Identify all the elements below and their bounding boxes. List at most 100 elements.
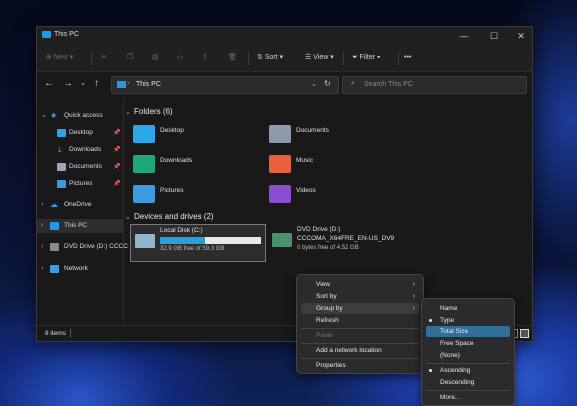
folders-heading[interactable]: Folders (6) bbox=[134, 107, 173, 116]
submenu-item-ascending[interactable]: Ascending bbox=[426, 365, 510, 376]
submenu-item-label: Total Size bbox=[440, 328, 469, 335]
menu-item-sort-by[interactable]: Sort by › bbox=[301, 291, 419, 302]
tiles-view-icon[interactable] bbox=[520, 329, 529, 338]
submenu-item-label: More... bbox=[440, 394, 461, 401]
pin-icon: 📌 bbox=[113, 164, 121, 170]
submenu-item-descending[interactable]: Descending bbox=[426, 377, 510, 388]
documents-folder-icon bbox=[269, 125, 291, 143]
pictures-icon bbox=[57, 180, 66, 188]
folder-pictures[interactable]: Pictures bbox=[133, 184, 253, 206]
menu-item-view[interactable]: View › bbox=[301, 279, 419, 290]
view-button[interactable]: ☰ View ▾ bbox=[305, 52, 334, 64]
menu-separator bbox=[301, 343, 419, 344]
submenu-item-free-space[interactable]: Free Space bbox=[426, 338, 510, 349]
chevron-down-icon[interactable]: ⌄ bbox=[41, 109, 47, 123]
maximize-button[interactable]: ☐ bbox=[486, 30, 502, 42]
sidebar-item-downloads[interactable]: ⤓ Downloads 📌 bbox=[37, 143, 123, 157]
menu-item-group-by[interactable]: Group by › bbox=[301, 303, 419, 314]
sidebar-item-label: Pictures bbox=[69, 180, 93, 187]
refresh-icon[interactable]: ↻ bbox=[324, 79, 331, 88]
menu-item-paste: Paste bbox=[301, 330, 419, 341]
sidebar-item-onedrive[interactable]: › ☁ OneDrive bbox=[37, 198, 123, 212]
drive-local-disk[interactable]: Local Disk (C:) 32.9 GB free of 59.3 GB bbox=[130, 224, 266, 262]
up-arrow-icon[interactable]: ↑ bbox=[94, 78, 99, 90]
share-icon[interactable]: ⇪ bbox=[202, 52, 208, 64]
toolbar-divider bbox=[398, 52, 399, 65]
sidebar-item-documents[interactable]: Documents 📌 bbox=[37, 160, 123, 174]
sidebar-item-pictures[interactable]: Pictures 📌 bbox=[37, 177, 123, 191]
menu-separator bbox=[301, 328, 419, 329]
submenu-item-total-size[interactable]: Total Size bbox=[426, 326, 510, 337]
folder-videos[interactable]: Videos bbox=[269, 184, 389, 206]
forward-arrow-icon[interactable]: → bbox=[63, 78, 73, 90]
sidebar-item-quick-access[interactable]: ⌄ ★ Quick access bbox=[37, 109, 123, 123]
chevron-right-icon[interactable]: › bbox=[41, 262, 43, 276]
sort-icon: ⇅ bbox=[257, 54, 265, 61]
sidebar-item-label: Desktop bbox=[69, 129, 93, 136]
devices-heading[interactable]: Devices and drives (2) bbox=[134, 212, 214, 221]
sidebar-item-network[interactable]: › Network bbox=[37, 262, 123, 276]
file-explorer-window: This PC — ☐ ✕ ⊕ New ▾ ✂ ❐ ▤ ▭ ⇪ 🗑 ⇅ Sort… bbox=[36, 26, 533, 342]
this-pc-icon bbox=[117, 81, 126, 88]
folder-desktop[interactable]: Desktop bbox=[133, 124, 253, 146]
sidebar-item-this-pc[interactable]: › This PC bbox=[37, 219, 123, 233]
sidebar-item-dvd-drive[interactable]: › DVD Drive (D:) CCCC bbox=[37, 240, 128, 254]
menu-item-properties[interactable]: Properties bbox=[301, 360, 419, 371]
folder-documents[interactable]: Documents bbox=[269, 124, 389, 146]
desktop-folder-icon bbox=[133, 125, 155, 143]
dvd-drive-icon bbox=[50, 243, 59, 251]
search-input[interactable]: ⌕ Search This PC bbox=[342, 76, 527, 94]
chevron-down-icon[interactable]: ⌄ bbox=[125, 108, 131, 116]
documents-icon bbox=[57, 163, 66, 171]
filter-button[interactable]: ⏷ Filter ▾ bbox=[352, 52, 380, 64]
menu-item-label: Properties bbox=[316, 362, 346, 369]
address-bar[interactable]: › This PC ⌄ ↻ bbox=[111, 76, 339, 94]
submenu-item-none[interactable]: (None) bbox=[426, 350, 510, 361]
drive-dvd[interactable]: DVD Drive (D:) CCCOMA_X64FRE_EN-US_DV9 0… bbox=[268, 224, 438, 260]
sidebar-item-desktop[interactable]: Desktop 📌 bbox=[37, 126, 123, 140]
submenu-item-name[interactable]: Name bbox=[426, 303, 510, 314]
rename-icon[interactable]: ▭ bbox=[177, 52, 184, 64]
menu-item-add-network-location[interactable]: Add a network location bbox=[301, 345, 419, 356]
star-icon: ★ bbox=[50, 111, 58, 120]
menu-item-label: View bbox=[316, 281, 330, 288]
chevron-right-icon: › bbox=[412, 293, 415, 300]
navigation-pane: ⌄ ★ Quick access Desktop 📌 ⤓ Downloads 📌… bbox=[37, 97, 128, 325]
close-button[interactable]: ✕ bbox=[513, 30, 529, 42]
copy-icon[interactable]: ❐ bbox=[127, 52, 133, 64]
menu-item-refresh[interactable]: Refresh bbox=[301, 315, 419, 326]
new-button[interactable]: ⊕ New ▾ bbox=[46, 52, 73, 64]
view-icon: ☰ bbox=[305, 54, 314, 61]
drive-label: CCCOMA_X64FRE_EN-US_DV9 bbox=[297, 235, 395, 242]
paste-icon[interactable]: ▤ bbox=[152, 52, 159, 64]
download-icon: ⤓ bbox=[58, 145, 62, 154]
drive-name: DVD Drive (D:) bbox=[297, 226, 341, 233]
cut-icon[interactable]: ✂ bbox=[101, 52, 107, 64]
delete-icon[interactable]: 🗑 bbox=[228, 52, 237, 64]
folder-label: Desktop bbox=[160, 127, 184, 134]
recent-chevron-icon[interactable]: ⌄ bbox=[80, 78, 86, 90]
folder-downloads[interactable]: Downloads bbox=[133, 154, 253, 176]
chevron-right-icon[interactable]: › bbox=[41, 219, 43, 233]
chevron-right-icon[interactable]: › bbox=[41, 240, 43, 254]
pin-icon: 📌 bbox=[113, 147, 121, 153]
title-bar[interactable]: This PC — ☐ ✕ bbox=[37, 27, 532, 45]
chevron-right-icon[interactable]: › bbox=[41, 198, 43, 212]
back-arrow-icon[interactable]: ← bbox=[44, 78, 54, 90]
sort-label: Sort bbox=[264, 54, 278, 61]
chevron-right-icon: › bbox=[412, 305, 415, 312]
submenu-item-type[interactable]: Type bbox=[426, 315, 510, 326]
new-label: New bbox=[53, 54, 68, 61]
submenu-item-more[interactable]: More... bbox=[426, 392, 510, 403]
minimize-button[interactable]: — bbox=[456, 30, 472, 42]
chevron-right-icon: › bbox=[412, 281, 415, 288]
dropdown-chevron-icon[interactable]: ⌄ bbox=[311, 80, 317, 88]
pictures-folder-icon bbox=[133, 185, 155, 203]
selected-dot-icon bbox=[429, 319, 432, 322]
more-options-button[interactable]: ••• bbox=[404, 52, 411, 64]
folder-music[interactable]: Music bbox=[269, 154, 389, 176]
pin-icon: 📌 bbox=[113, 181, 121, 187]
chevron-down-icon[interactable]: ⌄ bbox=[125, 213, 131, 221]
sort-button[interactable]: ⇅ Sort ▾ bbox=[257, 52, 283, 64]
folder-label: Documents bbox=[296, 127, 329, 134]
